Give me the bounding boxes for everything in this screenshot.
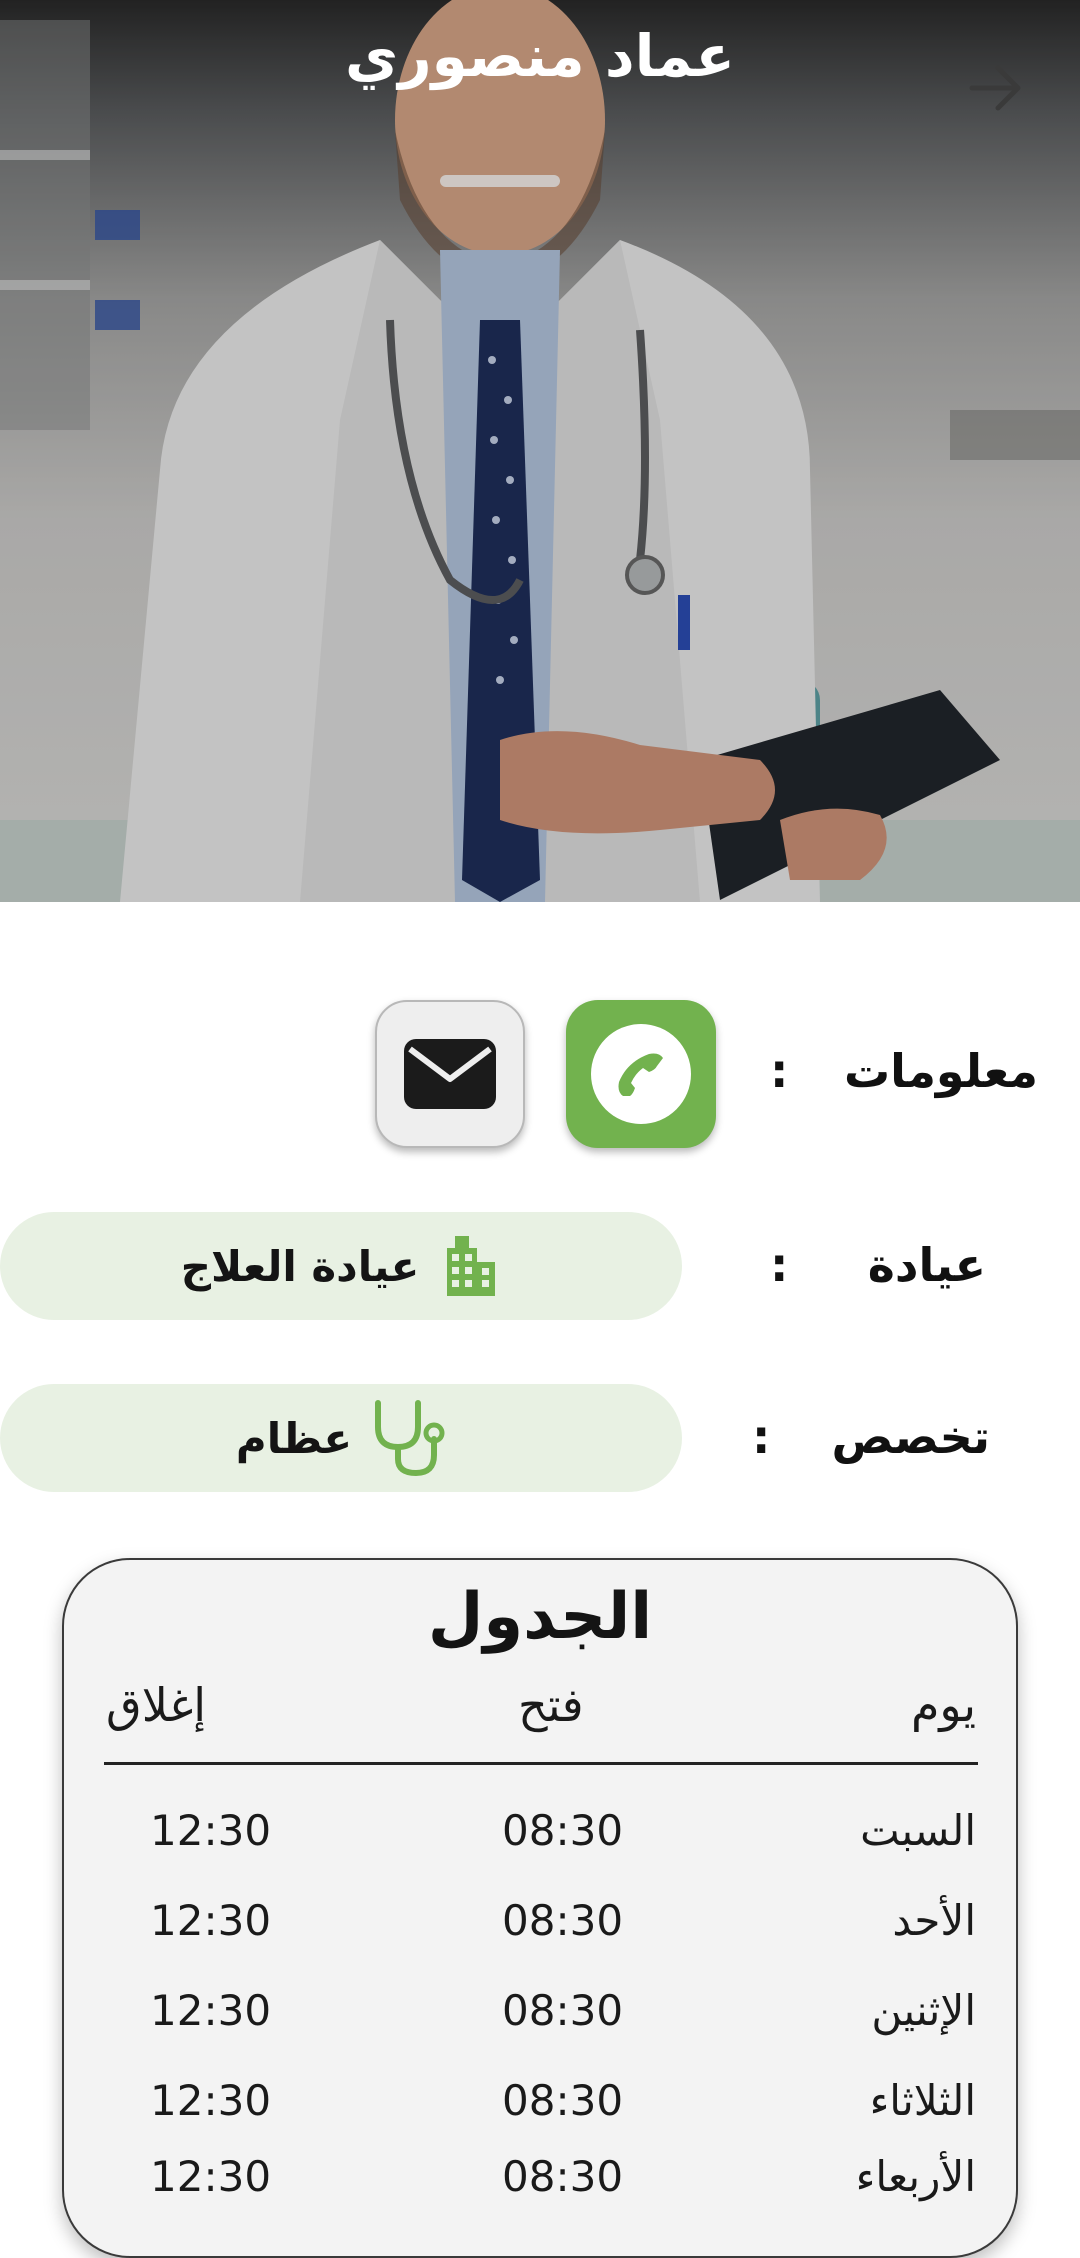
call-button[interactable]: [566, 1000, 716, 1148]
schedule-title: الجدول: [427, 1580, 653, 1654]
arrow-right-icon[interactable]: [960, 52, 1032, 124]
specialty-pill[interactable]: عظام: [0, 1384, 682, 1492]
colon: :: [752, 1410, 771, 1464]
open-time-cell: 08:30: [502, 2076, 624, 2125]
specialty-name: عظام: [235, 1413, 353, 1463]
colon: :: [770, 1044, 789, 1098]
clinic-label: عيادة: [867, 1238, 986, 1292]
column-header-open: فتح: [518, 1678, 584, 1732]
close-time-cell: 12:30: [150, 1896, 272, 1945]
day-cell: الثلاثاء: [869, 2076, 976, 2125]
column-header-close: إغلاق: [106, 1678, 206, 1732]
header-divider: [104, 1762, 978, 1765]
phone-icon: [591, 1024, 691, 1124]
close-time-cell: 12:30: [150, 1806, 272, 1855]
doctor-photo: [0, 0, 1080, 902]
day-cell: الإثنين: [871, 1986, 976, 2035]
open-time-cell: 08:30: [502, 1806, 624, 1855]
close-time-cell: 12:30: [150, 2152, 272, 2201]
envelope-icon: [404, 1039, 496, 1109]
email-button[interactable]: [375, 1000, 525, 1148]
close-time-cell: 12:30: [150, 1986, 272, 2035]
specialty-label: تخصص: [831, 1410, 990, 1464]
open-time-cell: 08:30: [502, 1986, 624, 2035]
day-cell: السبت: [860, 1806, 976, 1855]
day-cell: الأحد: [892, 1896, 976, 1945]
open-time-cell: 08:30: [502, 1896, 624, 1945]
schedule-card: الجدول يوم فتح إغلاق السبت 08:30 12:30 ا…: [62, 1558, 1018, 2258]
colon: :: [770, 1238, 789, 1292]
stethoscope-icon: [375, 1400, 445, 1477]
building-icon: [447, 1236, 496, 1296]
open-time-cell: 08:30: [502, 2152, 624, 2201]
doctor-name-title: عماد منصوري: [345, 22, 735, 90]
day-cell: الأربعاء: [855, 2152, 976, 2201]
clinic-pill[interactable]: عيادة العلاج: [0, 1212, 682, 1320]
column-header-day: يوم: [910, 1678, 976, 1732]
doctor-photo-illustration: [0, 0, 1080, 902]
clinic-name: عيادة العلاج: [180, 1241, 420, 1291]
close-time-cell: 12:30: [150, 2076, 272, 2125]
contact-info-label: معلومات: [843, 1044, 1038, 1098]
